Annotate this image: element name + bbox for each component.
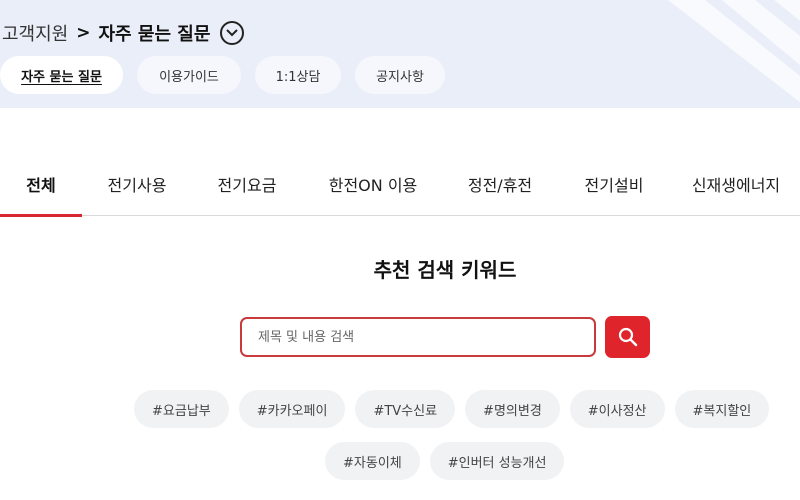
category-tabs: 전체 전기사용 전기요금 한전ON 이용 정전/휴전 전기설비 신재생에너지 (0, 160, 800, 217)
tab-facilities[interactable]: 전기설비 (556, 160, 672, 216)
decorative-stripes (668, 0, 800, 103)
search-input[interactable] (240, 317, 596, 357)
keyword-chip[interactable]: #복지할인 (674, 390, 770, 428)
subnav-guide[interactable]: 이용가이드 (137, 56, 241, 94)
keyword-chip[interactable]: #명의변경 (465, 390, 560, 428)
recommended-keywords-title: 추천 검색 키워드 (373, 258, 517, 282)
keyword-row: #요금납부 #카카오페이 #TV수신료 #명의변경 #이사정산 #복지할인 (134, 390, 770, 428)
subnav-consult[interactable]: 1:1상담 (255, 56, 341, 94)
search-button[interactable] (605, 316, 650, 358)
search-icon (618, 327, 637, 347)
keyword-chip[interactable]: #이사정산 (569, 390, 665, 428)
sub-navigation: 자주 묻는 질문 이용가이드 1:1상담 공지사항 (0, 56, 445, 94)
tab-kepco-on[interactable]: 한전ON 이용 (302, 160, 444, 216)
keyword-chip[interactable]: #카카오페이 (238, 390, 346, 428)
keyword-chip[interactable]: #자동이체 (325, 442, 420, 480)
tab-electricity-fee[interactable]: 전기요금 (192, 160, 302, 216)
breadcrumb-separator: > (76, 23, 91, 43)
keyword-row: #자동이체 #인버터 성능개선 (325, 442, 565, 480)
keyword-chip[interactable]: #TV수신료 (355, 390, 456, 428)
subnav-notice[interactable]: 공지사항 (355, 56, 445, 94)
keyword-chip[interactable]: #요금납부 (134, 390, 229, 428)
header-band: 고객지원 > 자주 묻는 질문 자주 묻는 질문 이용가이드 1:1상담 공지사… (0, 0, 800, 108)
breadcrumb: 고객지원 > 자주 묻는 질문 (2, 19, 245, 47)
subnav-faq[interactable]: 자주 묻는 질문 (0, 56, 123, 94)
tab-outage[interactable]: 정전/휴전 (444, 160, 556, 216)
tab-renewable[interactable]: 신재생에너지 (672, 160, 800, 216)
tab-all[interactable]: 전체 (0, 160, 82, 217)
tab-electricity-use[interactable]: 전기사용 (82, 160, 192, 216)
keyword-chip[interactable]: #인버터 성능개선 (429, 442, 565, 480)
chevron-down-icon[interactable] (220, 21, 245, 45)
breadcrumb-current: 자주 묻는 질문 (98, 24, 211, 45)
breadcrumb-root[interactable]: 고객지원 (2, 20, 68, 46)
